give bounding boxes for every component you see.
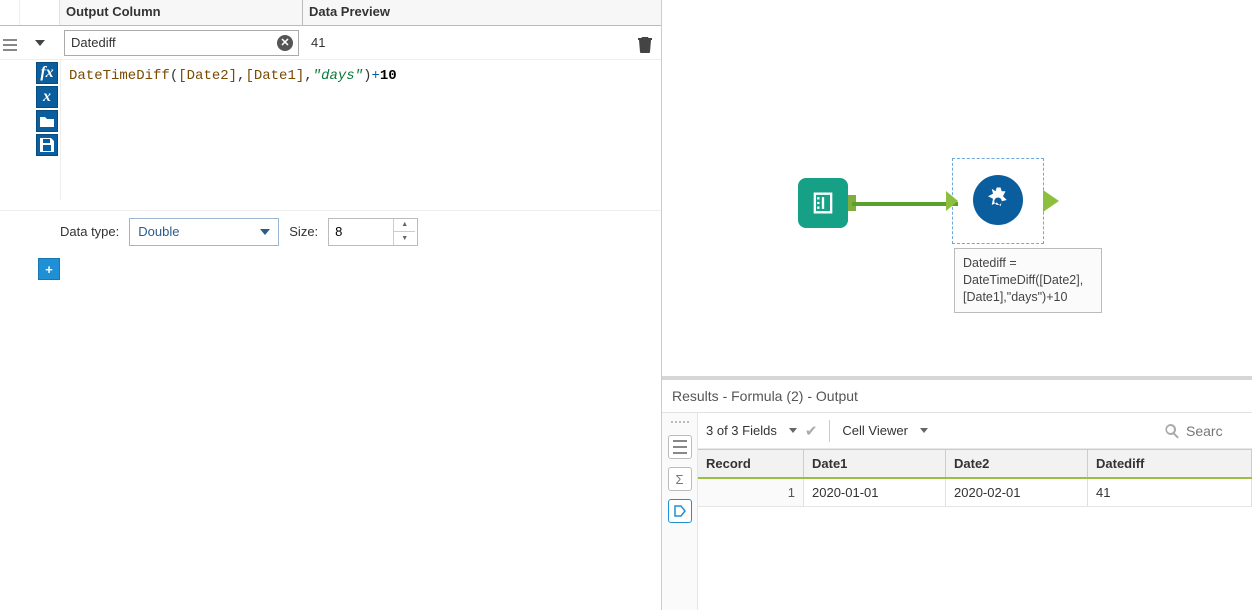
size-input[interactable] <box>329 219 393 245</box>
workflow-canvas[interactable]: Datediff = DateTimeDiff([Date2],[Date1],… <box>662 0 1252 380</box>
formula-tool-node-selected[interactable] <box>952 158 1044 244</box>
chevron-down-icon <box>35 40 45 46</box>
formula-tool-icon <box>973 175 1023 225</box>
sigma-view-button[interactable]: Σ <box>668 467 692 491</box>
spin-up-icon[interactable]: ▲ <box>394 219 415 233</box>
formula-annotation: Datediff = DateTimeDiff([Date2],[Date1],… <box>954 248 1102 313</box>
datatype-select[interactable]: Double <box>129 218 279 246</box>
col-header-record[interactable]: Record <box>698 450 804 477</box>
output-anchor-icon[interactable] <box>1043 190 1059 212</box>
rows-view-button[interactable] <box>668 435 692 459</box>
datatype-value: Double <box>138 224 179 239</box>
fx-open-button[interactable] <box>36 110 58 132</box>
delete-expression-icon[interactable] <box>637 35 653 56</box>
connection-wire[interactable] <box>852 202 958 206</box>
formula-config-panel: Output Column Data Preview ✕ 41 <box>0 0 662 610</box>
fx-functions-button[interactable]: fx <box>36 62 58 84</box>
cell-datediff: 41 <box>1088 479 1252 506</box>
input-anchor-icon[interactable] <box>946 191 958 211</box>
results-grid[interactable]: Record Date1 Date2 Datediff 1 2020-01-01… <box>698 449 1252 507</box>
formula-editor[interactable]: DateTimeDiff([Date2],[Date1],"days")+10 <box>60 60 661 200</box>
col-header-datediff[interactable]: Datediff <box>1088 450 1252 477</box>
fx-variables-button[interactable]: x <box>36 86 58 108</box>
header-data-preview: Data Preview <box>303 0 661 25</box>
cell-date1: 2020-01-01 <box>804 479 946 506</box>
size-label: Size: <box>289 224 318 239</box>
output-anchor-button[interactable] <box>668 499 692 523</box>
results-title: Results - Formula (2) - Output <box>662 380 1252 413</box>
col-header-date2[interactable]: Date2 <box>946 450 1088 477</box>
search-box[interactable] <box>1164 422 1244 440</box>
fields-summary[interactable]: 3 of 3 Fields <box>706 423 777 438</box>
drag-grip-icon[interactable] <box>671 421 689 427</box>
output-column-input[interactable] <box>64 30 299 56</box>
search-input[interactable] <box>1184 422 1244 440</box>
datatype-label: Data type: <box>60 224 119 239</box>
fx-save-button[interactable] <box>36 134 58 156</box>
separator <box>829 420 830 442</box>
clear-input-icon[interactable]: ✕ <box>277 35 293 51</box>
cell-viewer-menu[interactable]: Cell Viewer <box>842 423 908 438</box>
collapse-toggle[interactable] <box>20 26 60 60</box>
spin-down-icon[interactable]: ▼ <box>394 232 415 245</box>
header-output-column: Output Column <box>60 0 303 25</box>
add-expression-button[interactable]: + <box>38 258 60 280</box>
caret-down-icon <box>260 229 270 235</box>
input-tool-node[interactable] <box>798 178 848 228</box>
cell-record: 1 <box>698 479 804 506</box>
caret-down-icon[interactable] <box>920 428 928 433</box>
size-spinner[interactable]: ▲ ▼ <box>328 218 418 246</box>
table-row[interactable]: 1 2020-01-01 2020-02-01 41 <box>698 479 1252 507</box>
reorder-handle-icon[interactable] <box>3 39 17 51</box>
cell-date2: 2020-02-01 <box>946 479 1088 506</box>
search-icon <box>1164 423 1180 439</box>
results-pane: Results - Formula (2) - Output Σ 3 of 3 … <box>662 380 1252 610</box>
preview-value: 41 <box>311 35 325 50</box>
caret-down-icon[interactable] <box>789 428 797 433</box>
col-header-date1[interactable]: Date1 <box>804 450 946 477</box>
check-icon[interactable]: ✔ <box>805 422 818 440</box>
